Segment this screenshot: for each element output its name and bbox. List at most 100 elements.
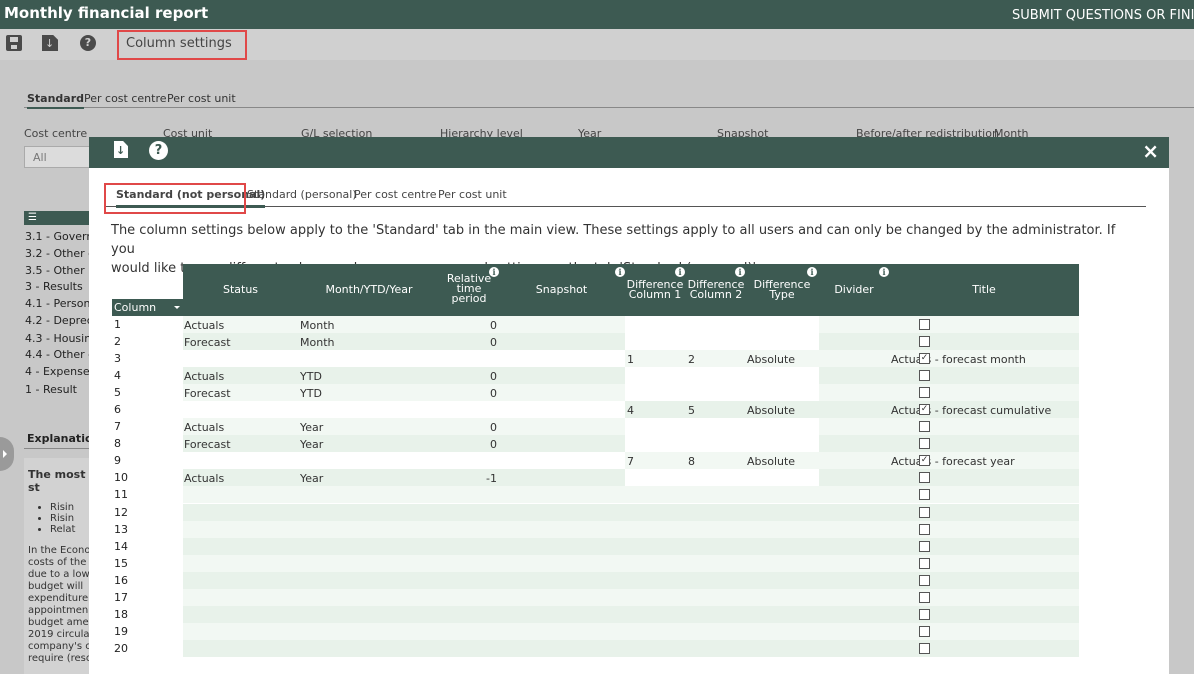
help-icon[interactable]: ?: [80, 35, 96, 51]
divider-checkbox[interactable]: [919, 608, 930, 620]
difference-type-cell[interactable]: Absolute: [747, 404, 795, 417]
relative-period-cell[interactable]: 0: [440, 336, 497, 349]
difference-cell[interactable]: [625, 469, 819, 487]
divider-checkbox[interactable]: [919, 438, 930, 450]
difference-type-cell[interactable]: Absolute: [747, 353, 795, 366]
difference-cell[interactable]: [625, 418, 819, 436]
divider-checkbox[interactable]: [919, 421, 930, 433]
info-icon[interactable]: i: [807, 267, 817, 277]
tab-per-cost-centre[interactable]: Per cost centre: [354, 188, 437, 201]
divider-checkbox[interactable]: [919, 523, 930, 535]
difference-column-2-cell[interactable]: 2: [688, 353, 695, 366]
table-row[interactable]: 2 Forecast Month 0: [112, 333, 1079, 351]
table-row[interactable]: 1 Actuals Month 0: [112, 316, 1079, 333]
status-cell[interactable]: Actuals: [184, 472, 224, 485]
info-icon[interactable]: i: [489, 267, 499, 277]
status-cell[interactable]: Actuals: [184, 421, 224, 434]
list-item[interactable]: 4 - Expenses: [25, 365, 89, 378]
table-row[interactable]: 14: [112, 537, 1079, 555]
table-row[interactable]: 19: [112, 622, 1079, 640]
divider-checkbox[interactable]: [919, 370, 930, 382]
status-cell[interactable]: Forecast: [184, 387, 231, 400]
divider-checkbox[interactable]: [919, 489, 930, 501]
list-item[interactable]: 4.1 - Personn: [25, 297, 89, 310]
info-icon[interactable]: i: [675, 267, 685, 277]
title-cell[interactable]: Actuals - forecast month: [891, 353, 1026, 366]
difference-type-cell[interactable]: Absolute: [747, 455, 795, 468]
table-row[interactable]: 15: [112, 554, 1079, 572]
divider-checkbox[interactable]: [919, 625, 930, 637]
tab-per-cost-unit[interactable]: Per cost unit: [438, 188, 507, 201]
export-icon[interactable]: [114, 141, 128, 158]
period-cell[interactable]: YTD: [300, 387, 322, 400]
tab-standard-personal[interactable]: Standard (personal): [247, 188, 357, 201]
submit-questions-link[interactable]: SUBMIT QUESTIONS OR FINI: [1012, 8, 1194, 23]
divider-checkbox[interactable]: [919, 336, 930, 348]
period-cell[interactable]: Month: [300, 319, 334, 332]
divider-checkbox[interactable]: [919, 506, 930, 518]
difference-cell[interactable]: [625, 367, 819, 385]
divider-checkbox[interactable]: [919, 387, 930, 399]
period-cell[interactable]: Year: [300, 421, 323, 434]
list-item[interactable]: 4.4 - Other e: [25, 348, 89, 361]
status-cell[interactable]: Actuals: [184, 370, 224, 383]
divider-checkbox[interactable]: ✓: [919, 404, 930, 416]
title-cell[interactable]: Actuals - forecast year: [891, 455, 1015, 468]
difference-column-1-cell[interactable]: 4: [627, 404, 634, 417]
list-item[interactable]: 1 - Result: [25, 383, 89, 396]
difference-cell[interactable]: [625, 333, 819, 351]
relative-period-cell[interactable]: 0: [440, 370, 497, 383]
list-item[interactable]: 3 - Results: [25, 280, 89, 293]
list-item[interactable]: 3.5 - Other in: [25, 264, 89, 277]
tab-per-cost-centre[interactable]: Per cost centre: [84, 92, 167, 105]
relative-period-cell[interactable]: 0: [440, 438, 497, 451]
tab-per-cost-unit[interactable]: Per cost unit: [167, 92, 236, 105]
table-row[interactable]: 7 Actuals Year 0: [112, 418, 1079, 436]
period-cell[interactable]: Year: [300, 438, 323, 451]
help-icon[interactable]: ?: [149, 141, 168, 160]
relative-period-cell[interactable]: 0: [440, 319, 497, 332]
relative-period-cell[interactable]: 0: [440, 421, 497, 434]
info-icon[interactable]: i: [735, 267, 745, 277]
close-icon[interactable]: ×: [1142, 140, 1159, 162]
divider-checkbox[interactable]: [919, 540, 930, 552]
title-cell[interactable]: Actuals - forecast cumulative: [891, 404, 1051, 417]
export-icon[interactable]: [42, 35, 58, 51]
relative-period-cell[interactable]: 0: [440, 387, 497, 400]
status-cell[interactable]: Forecast: [184, 336, 231, 349]
table-row[interactable]: 13: [112, 520, 1079, 538]
column-sort-header[interactable]: Column: [112, 299, 183, 316]
save-icon[interactable]: [6, 35, 22, 51]
table-row[interactable]: 20: [112, 639, 1079, 657]
menu-icon[interactable]: ☰: [24, 211, 94, 225]
table-row[interactable]: 17: [112, 588, 1079, 606]
period-cell[interactable]: Month: [300, 336, 334, 349]
status-cell[interactable]: Actuals: [184, 319, 224, 332]
period-cell[interactable]: Year: [300, 472, 323, 485]
divider-checkbox[interactable]: [919, 574, 930, 586]
list-item[interactable]: 4.2 - Deprec: [25, 314, 89, 327]
table-row[interactable]: 16: [112, 571, 1079, 589]
difference-cell[interactable]: [625, 384, 819, 402]
relative-period-cell[interactable]: -1: [440, 472, 497, 485]
column-settings-button[interactable]: Column settings: [117, 30, 247, 60]
divider-checkbox[interactable]: [919, 591, 930, 603]
table-row[interactable]: 18: [112, 605, 1079, 623]
status-cell[interactable]: Forecast: [184, 438, 231, 451]
difference-cell[interactable]: [625, 435, 819, 453]
table-row[interactable]: 4 Actuals YTD 0: [112, 367, 1079, 385]
cost-centre-select[interactable]: All: [24, 146, 94, 168]
divider-checkbox[interactable]: [919, 557, 930, 569]
difference-column-2-cell[interactable]: 8: [688, 455, 695, 468]
list-item[interactable]: 3.1 - Governm: [25, 230, 89, 243]
period-cell[interactable]: YTD: [300, 370, 322, 383]
table-row[interactable]: 5 Forecast YTD 0: [112, 384, 1079, 402]
list-item[interactable]: 3.2 - Other g: [25, 247, 89, 260]
table-row[interactable]: 3 1 2 Absolute Actuals - forecast month ✓: [112, 350, 1079, 368]
divider-checkbox[interactable]: [919, 472, 930, 484]
divider-checkbox[interactable]: [919, 642, 930, 654]
difference-cell[interactable]: [625, 316, 819, 333]
expand-panel-button[interactable]: [0, 437, 14, 471]
difference-column-1-cell[interactable]: 7: [627, 455, 634, 468]
table-row[interactable]: 9 7 8 Absolute Actuals - forecast year ✓: [112, 452, 1079, 470]
